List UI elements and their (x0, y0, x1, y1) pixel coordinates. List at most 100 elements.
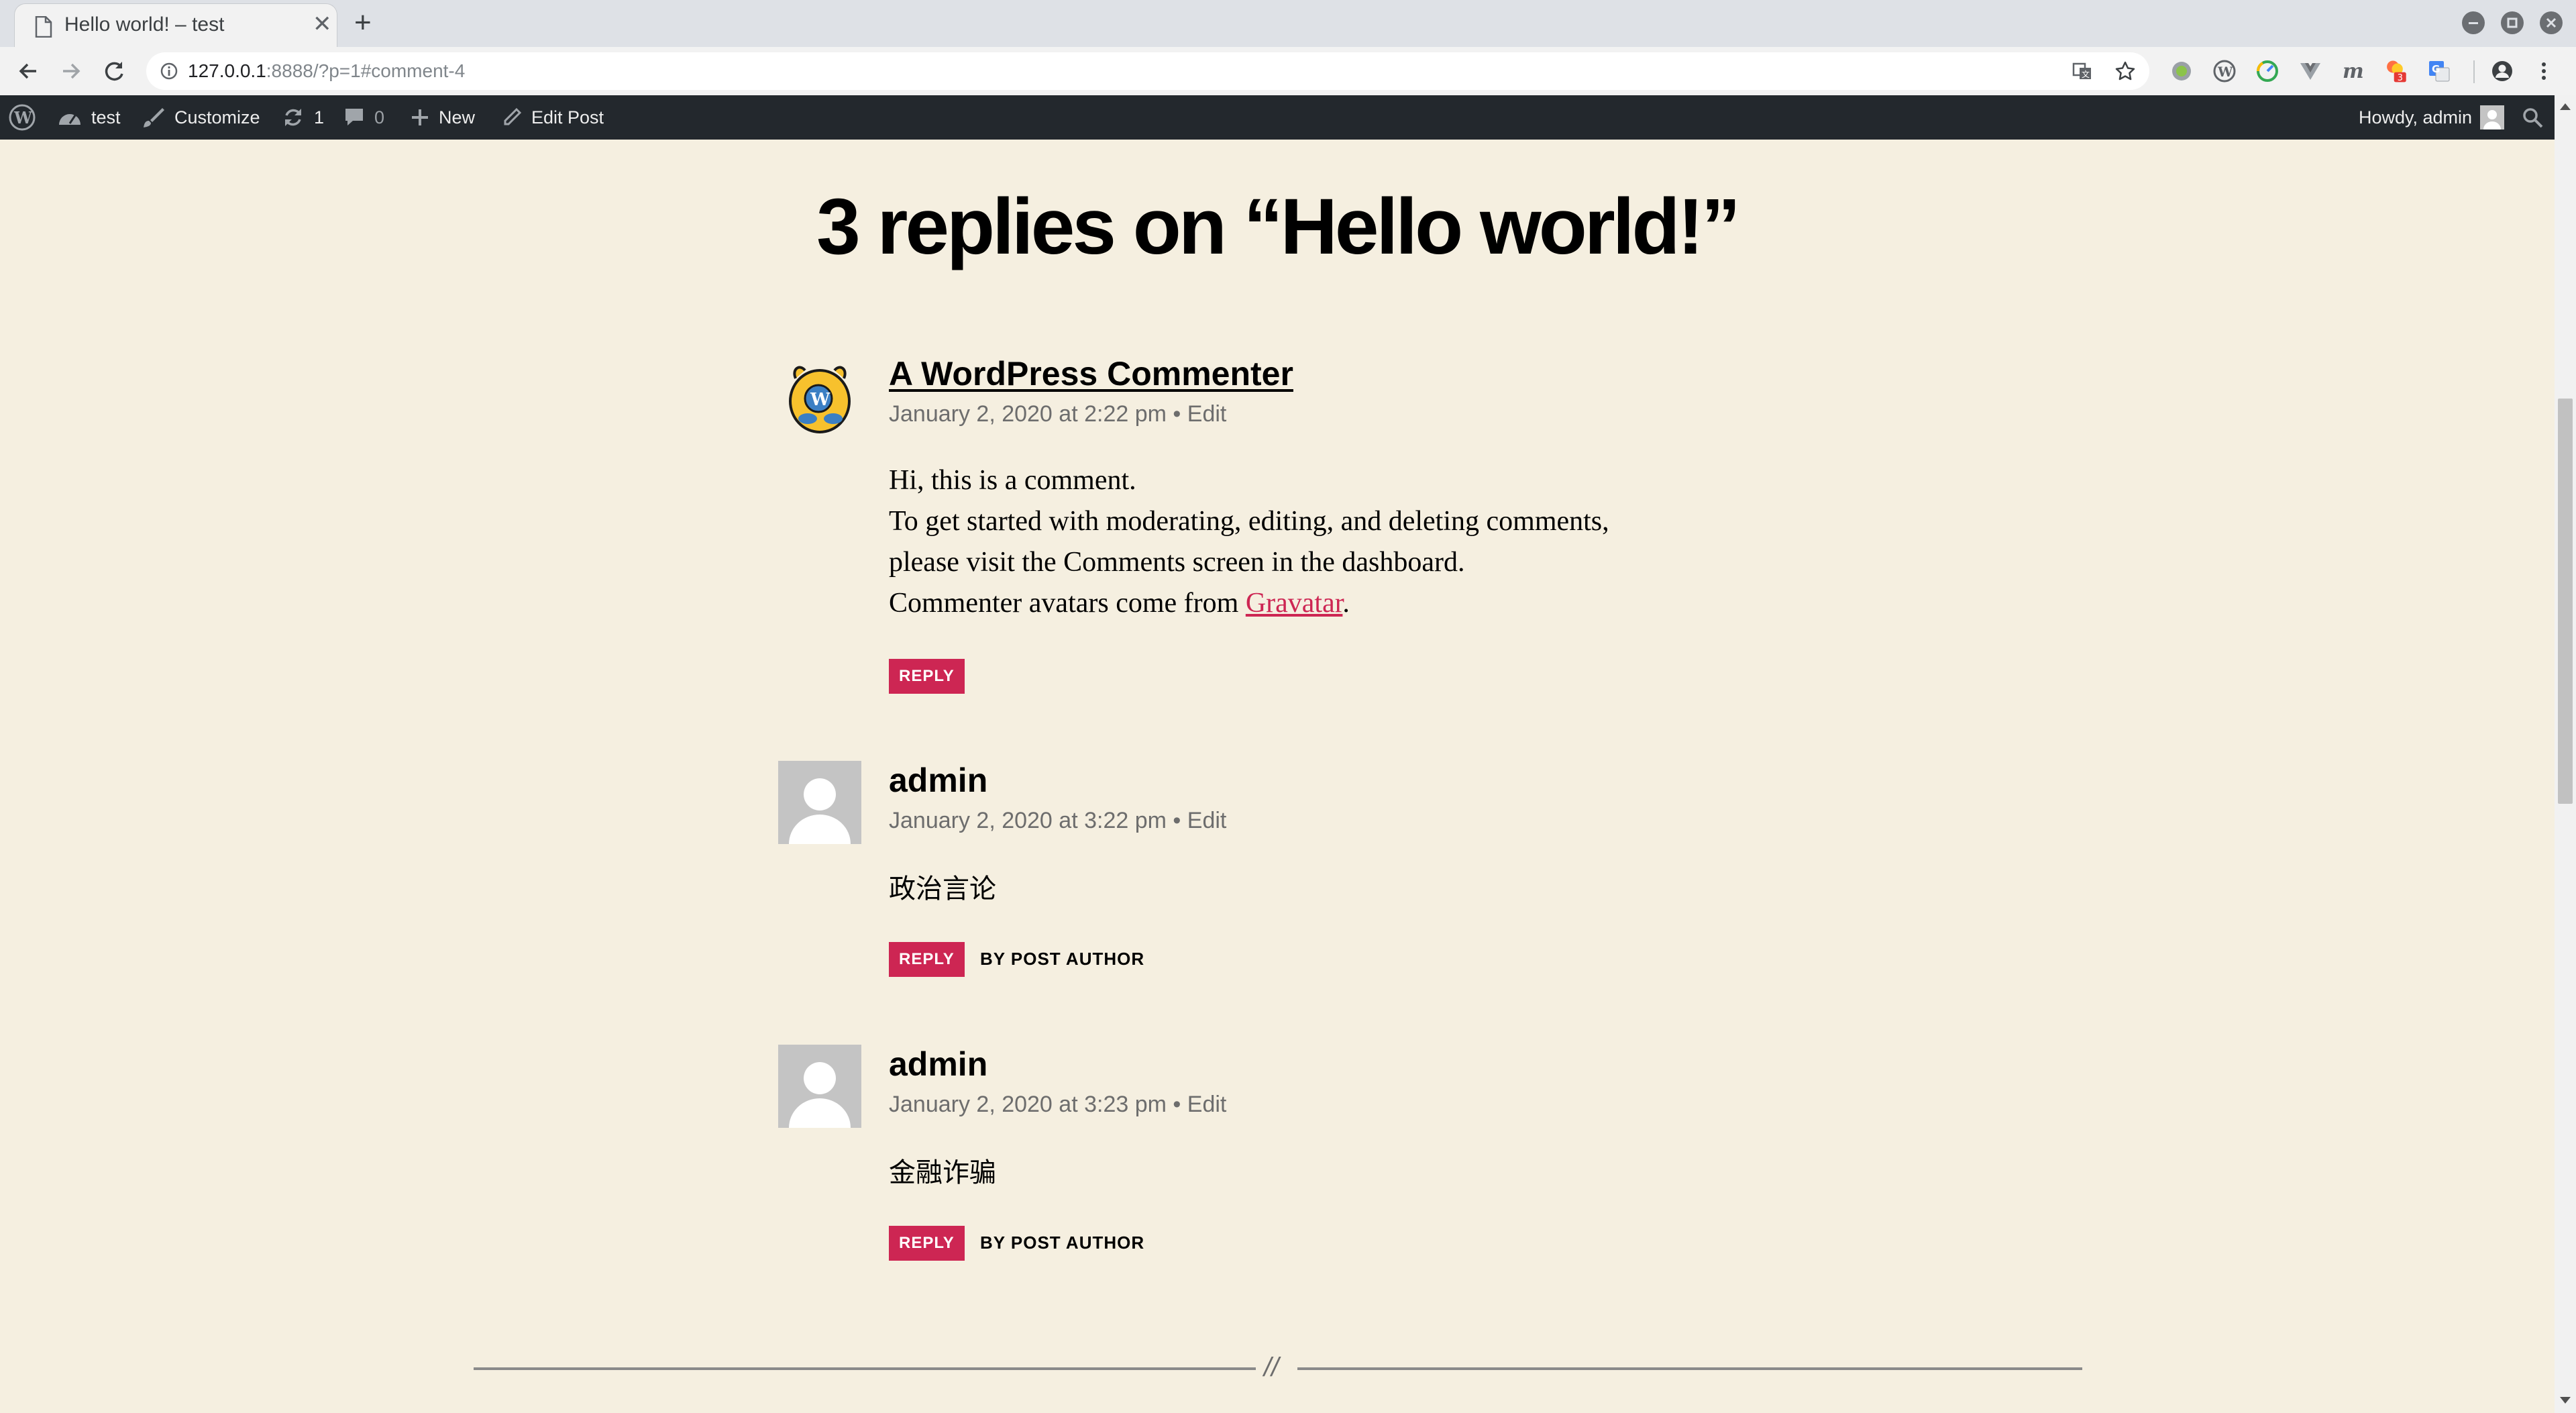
wp-logo-menu[interactable]: W (8, 95, 46, 140)
customize-label: Customize (174, 107, 260, 127)
svg-text:W: W (810, 390, 830, 410)
separator-mark: // (1264, 1353, 1279, 1382)
comment-author: admin (889, 762, 988, 799)
edit-comment-link[interactable]: Edit (1187, 401, 1227, 427)
new-content-menu[interactable]: New (411, 95, 475, 140)
reply-button[interactable]: REPLY (889, 659, 965, 694)
comment-author-link[interactable]: A WordPress Commenter (889, 354, 1293, 393)
url-text[interactable]: 127.0.0.1:8888/?p=1#comment-4 (188, 60, 465, 82)
comment-date-link[interactable]: January 2, 2020 at 3:22 pm (889, 808, 1167, 833)
speed-gauge-icon[interactable] (2255, 59, 2279, 83)
comment-text: Hi, this is a comment. To get started wi… (889, 460, 1609, 624)
updates-link[interactable]: 1 (282, 95, 324, 140)
comment-meta: January 2, 2020 at 2:22 pm • Edit (889, 401, 1226, 427)
meta-bullet: • (1173, 808, 1181, 833)
pencil-icon (504, 107, 522, 125)
paintbrush-icon (144, 108, 164, 127)
gravatar-link[interactable]: Gravatar (1246, 588, 1343, 619)
comments-count: 0 (374, 107, 385, 127)
bookmark-star-icon[interactable] (2114, 60, 2136, 82)
comment-meta: January 2, 2020 at 3:22 pm • Edit (889, 808, 1226, 834)
scroll-up-icon[interactable] (2560, 103, 2571, 110)
forward-icon[interactable] (56, 56, 86, 86)
browser-menu-icon[interactable] (2532, 59, 2556, 83)
address-bar[interactable]: 127.0.0.1:8888/?p=1#comment-4 文 (146, 52, 2149, 90)
my-account-menu[interactable]: Howdy, admin (2359, 95, 2514, 140)
comment-date-link[interactable]: January 2, 2020 at 2:22 pm (889, 401, 1167, 427)
reply-button[interactable]: REPLY (889, 942, 965, 977)
comments-link[interactable]: 0 (343, 95, 384, 140)
wordpress-logo-icon: W (9, 104, 36, 131)
scroll-down-icon[interactable] (2560, 1397, 2571, 1404)
edit-post-link[interactable]: Edit Post (502, 95, 604, 140)
extension-badge-count: 3 (2398, 73, 2403, 83)
comment-line: Commenter avatars come from Gravatar. (889, 583, 1609, 624)
translate-icon[interactable]: 文 (2072, 60, 2093, 82)
badge-extension-icon[interactable]: 3 (2384, 59, 2408, 83)
close-window-icon[interactable] (2540, 11, 2563, 34)
howdy-label: Howdy, admin (2359, 107, 2473, 127)
edit-comment-link[interactable]: Edit (1187, 1092, 1227, 1117)
comments-heading: 3 replies on “Hello world!” (816, 182, 1741, 271)
comment-author: admin (889, 1045, 988, 1083)
svg-text:m: m (2343, 60, 2364, 83)
svg-text:W: W (2217, 64, 2233, 80)
comment-meta: January 2, 2020 at 3:23 pm • Edit (889, 1092, 1226, 1118)
url-path: :8888/?p=1#comment-4 (266, 60, 466, 81)
comment-text: 金融诈骗 (889, 1157, 996, 1188)
browser-tab[interactable]: Hello world! – test ✕ (15, 4, 337, 47)
page-scrollbar[interactable] (2555, 95, 2576, 1413)
default-avatar (778, 1045, 861, 1128)
comment-text: 政治言论 (889, 874, 996, 904)
separator-line-right (1297, 1367, 2082, 1370)
comments-icon (345, 109, 363, 125)
site-info-icon[interactable] (160, 62, 178, 81)
comment-line: please visit the Comments screen in the … (889, 547, 1465, 578)
meta-bullet: • (1173, 1092, 1181, 1117)
new-label: New (439, 107, 476, 127)
search-icon (2523, 108, 2543, 128)
page-icon (35, 16, 52, 38)
admin-search-button[interactable] (2521, 95, 2553, 140)
gravatar-suffix: . (1342, 588, 1350, 619)
scrollbar-thumb[interactable] (2558, 399, 2573, 804)
updates-count: 1 (314, 107, 325, 127)
post-author-badge: BY POST AUTHOR (980, 949, 1145, 969)
url-host: 127.0.0.1 (188, 60, 266, 81)
separator-line-left (474, 1367, 1256, 1370)
site-name-menu[interactable]: test (58, 95, 121, 140)
tab-close-icon[interactable]: ✕ (313, 12, 332, 36)
site-name-label: test (91, 107, 121, 127)
comment-date-link[interactable]: January 2, 2020 at 3:23 pm (889, 1092, 1167, 1117)
svg-text:W: W (13, 108, 33, 127)
wapuu-avatar: W (789, 366, 851, 433)
back-icon[interactable] (13, 56, 43, 86)
extension-green-icon[interactable] (2169, 59, 2194, 83)
meta-bullet: • (1173, 401, 1181, 427)
wp-admin-bar: W test Customize 1 0 New Edit Post Howdy… (0, 95, 2576, 140)
dashboard-icon (59, 114, 80, 125)
new-tab-button[interactable]: + (354, 8, 372, 38)
updates-icon (285, 109, 301, 126)
maximize-icon[interactable] (2501, 11, 2524, 34)
reload-icon[interactable] (99, 56, 129, 86)
m-extension-icon[interactable]: m (2341, 59, 2365, 83)
svg-text:G: G (2432, 63, 2440, 75)
comment-line: Hi, this is a comment. (889, 465, 1136, 496)
reply-button[interactable]: REPLY (889, 1226, 965, 1261)
profile-icon[interactable] (2490, 59, 2514, 83)
default-avatar (778, 761, 861, 844)
wordpress-extension-icon[interactable]: W (2212, 59, 2237, 83)
gravatar-prefix: Commenter avatars come from (889, 588, 1246, 619)
edit-comment-link[interactable]: Edit (1187, 808, 1227, 833)
minimize-icon[interactable] (2462, 11, 2485, 34)
customize-link[interactable]: Customize (142, 95, 260, 140)
tab-title: Hello world! – test (64, 13, 225, 36)
google-translate-icon[interactable]: G (2427, 59, 2451, 83)
comment-line: To get started with moderating, editing,… (889, 506, 1609, 537)
vuejs-icon[interactable] (2298, 59, 2322, 83)
edit-post-label: Edit Post (531, 107, 604, 127)
user-avatar-icon (2480, 105, 2505, 129)
svg-text:文: 文 (2082, 69, 2090, 79)
browser-tab-bar: Hello world! – test ✕ + (0, 0, 2576, 47)
